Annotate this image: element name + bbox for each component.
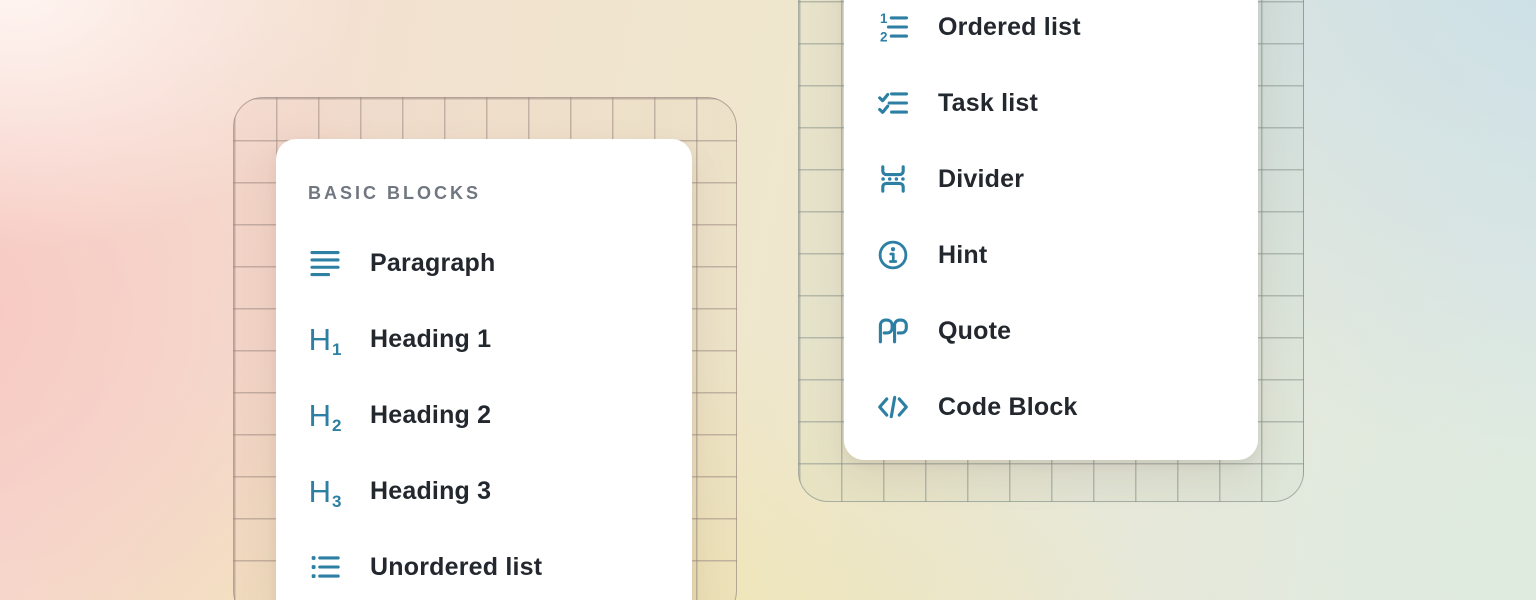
menu-item-label: Task list (938, 89, 1038, 118)
menu-item-ordered-list[interactable]: 1 2 Ordered list (844, 0, 1258, 65)
menu-item-heading-2[interactable]: H2 Heading 2 (276, 377, 692, 453)
insert-block-menu: 1 2 Ordered list Task list (844, 0, 1258, 460)
svg-text:1: 1 (880, 11, 888, 26)
paragraph-icon (308, 246, 342, 280)
menu-item-quote[interactable]: Quote (844, 293, 1258, 369)
canvas: BASIC BLOCKS Paragraph H1 Heading 1 H2 (0, 0, 1536, 600)
task-list-icon (876, 86, 910, 120)
menu-item-paragraph[interactable]: Paragraph (276, 225, 692, 301)
insert-block-list: 1 2 Ordered list Task list (844, 0, 1258, 445)
divider-icon (876, 162, 910, 196)
section-header-basic-blocks: BASIC BLOCKS (276, 171, 692, 215)
heading-2-icon: H2 (308, 398, 342, 432)
code-block-icon (876, 390, 910, 424)
ordered-list-icon: 1 2 (876, 10, 910, 44)
menu-item-label: Hint (938, 241, 987, 270)
basic-blocks-menu: BASIC BLOCKS Paragraph H1 Heading 1 H2 (276, 139, 692, 600)
menu-item-label: Quote (938, 317, 1011, 346)
hint-icon (876, 238, 910, 272)
menu-item-label: Unordered list (370, 553, 542, 582)
menu-item-label: Heading 1 (370, 325, 491, 354)
quote-icon (876, 314, 910, 348)
unordered-list-icon (308, 550, 342, 584)
menu-item-label: Ordered list (938, 13, 1081, 42)
menu-item-code-block[interactable]: Code Block (844, 369, 1258, 445)
svg-text:2: 2 (880, 29, 887, 44)
menu-item-unordered-list[interactable]: Unordered list (276, 529, 692, 600)
menu-item-label: Divider (938, 165, 1024, 194)
menu-item-divider[interactable]: Divider (844, 141, 1258, 217)
menu-item-task-list[interactable]: Task list (844, 65, 1258, 141)
menu-item-label: Heading 2 (370, 401, 491, 430)
heading-1-icon: H1 (308, 322, 342, 356)
menu-item-hint[interactable]: Hint (844, 217, 1258, 293)
menu-item-heading-1[interactable]: H1 Heading 1 (276, 301, 692, 377)
menu-item-label: Paragraph (370, 249, 495, 278)
heading-3-icon: H3 (308, 474, 342, 508)
basic-blocks-list: Paragraph H1 Heading 1 H2 Heading 2 H3 H… (276, 225, 692, 600)
menu-item-label: Heading 3 (370, 477, 491, 506)
menu-item-heading-3[interactable]: H3 Heading 3 (276, 453, 692, 529)
menu-item-label: Code Block (938, 393, 1078, 422)
